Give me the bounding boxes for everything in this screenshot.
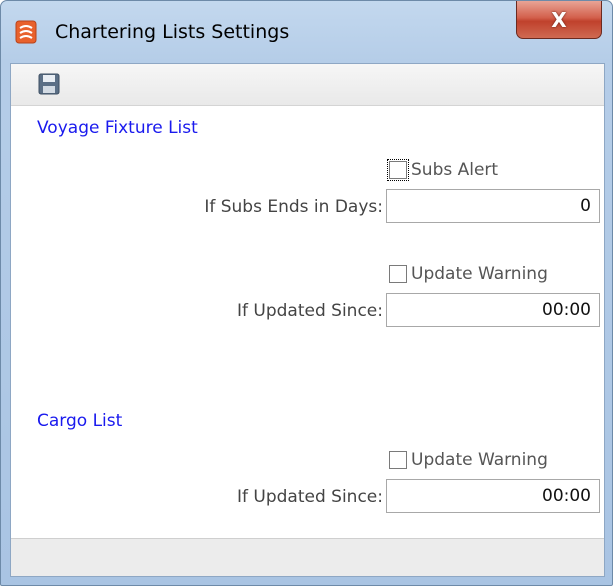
voyage-fixture-list-title: Voyage Fixture List: [37, 118, 198, 138]
window-title: Chartering Lists Settings: [55, 21, 290, 43]
voyage-updated-since-label: If Updated Since:: [237, 301, 383, 321]
subs-alert-checkbox-row[interactable]: Subs Alert: [387, 159, 499, 181]
subs-ends-days-label: If Subs Ends in Days:: [204, 197, 383, 217]
subs-ends-days-input[interactable]: 0: [386, 189, 600, 223]
subs-alert-label: Subs Alert: [411, 160, 499, 180]
cargo-updated-since-input[interactable]: 00:00: [386, 479, 600, 513]
cargo-update-warning-checkbox[interactable]: [389, 451, 407, 469]
app-icon: [15, 20, 37, 44]
cargo-updated-since-label: If Updated Since:: [237, 487, 383, 507]
cargo-update-warning-label: Update Warning: [411, 450, 548, 470]
voyage-update-warning-label: Update Warning: [411, 264, 548, 284]
voyage-update-warning-checkbox[interactable]: [389, 265, 407, 283]
status-bar: [11, 538, 604, 576]
settings-dialog: Chartering Lists Settings X Voyage Fixtu…: [0, 0, 613, 586]
settings-content: Voyage Fixture List Subs Alert If Subs E…: [11, 106, 604, 538]
subs-alert-checkbox[interactable]: [387, 159, 409, 181]
close-icon: X: [551, 7, 567, 32]
title-bar[interactable]: Chartering Lists Settings X: [1, 1, 612, 63]
cargo-update-warning-row[interactable]: Update Warning: [389, 449, 548, 471]
cargo-list-title: Cargo List: [37, 411, 123, 431]
toolbar: [11, 64, 604, 106]
save-icon[interactable]: [38, 73, 60, 95]
close-button[interactable]: X: [516, 1, 602, 39]
dialog-body: Voyage Fixture List Subs Alert If Subs E…: [10, 63, 605, 577]
voyage-updated-since-input[interactable]: 00:00: [386, 293, 600, 327]
voyage-update-warning-row[interactable]: Update Warning: [389, 263, 548, 285]
